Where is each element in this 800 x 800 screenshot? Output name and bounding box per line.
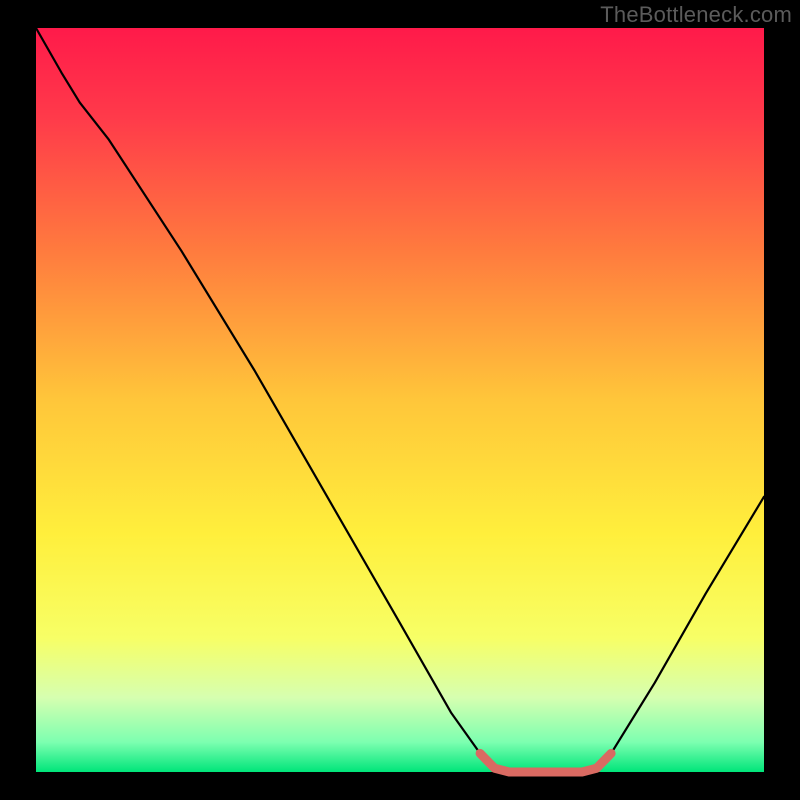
plot-background (36, 28, 764, 772)
chart-container: TheBottleneck.com (0, 0, 800, 800)
watermark-label: TheBottleneck.com (600, 2, 792, 28)
bottleneck-chart (0, 0, 800, 800)
